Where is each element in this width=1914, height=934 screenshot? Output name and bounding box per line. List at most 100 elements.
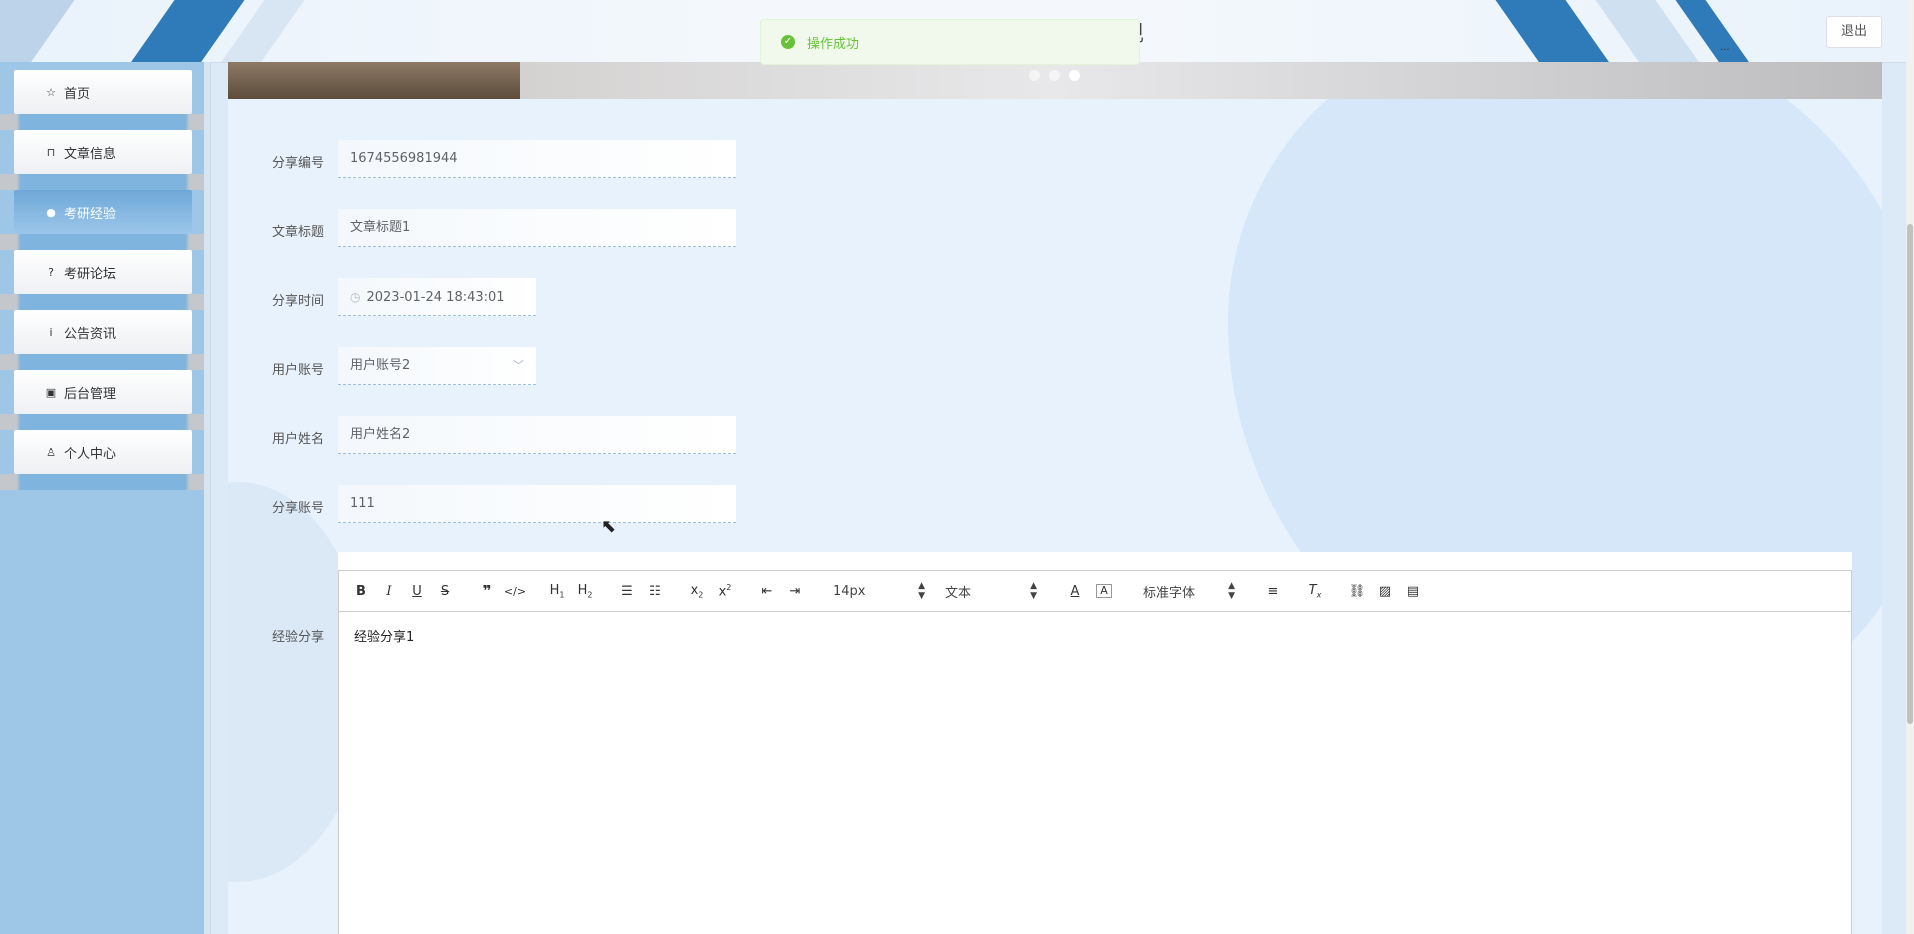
share-no-input[interactable]: 1674556981944: [338, 140, 736, 178]
sidebar-item-forum[interactable]: ? 考研论坛: [14, 250, 192, 294]
info-circle-icon: ●: [46, 205, 56, 219]
info-icon: i: [49, 325, 53, 339]
menu-separator: [0, 414, 206, 430]
sort-caret-icon: ▲ ▼: [1228, 581, 1235, 601]
form-row-share-account: 分享账号 111: [228, 485, 1128, 525]
form-row-user-account: 用户账号 用户账号2 ﹀: [228, 347, 1128, 387]
banner-carousel[interactable]: [228, 62, 1882, 99]
page-scrollbar[interactable]: [1906, 0, 1914, 934]
share-account-label: 分享账号: [272, 501, 325, 516]
carousel-dot[interactable]: [1049, 70, 1060, 81]
share-time-picker[interactable]: ◷ 2023-01-24 18:43:01: [338, 278, 536, 316]
editor-toolbar: B I U S ❞ </> H1 H2 ☰ ☷ x2 x2 ⇤ ⇥ 14px ▲…: [338, 570, 1852, 612]
align-icon[interactable]: ≡: [1259, 584, 1287, 599]
star-icon: ☆: [46, 85, 56, 99]
chevron-down-icon: ﹀: [513, 359, 524, 372]
menu-separator: [0, 174, 206, 190]
user-account-select[interactable]: 用户账号2 ﹀: [338, 347, 536, 385]
menu-separator: [0, 294, 206, 310]
bold-icon[interactable]: B: [347, 584, 375, 599]
heading-value: 文本: [945, 585, 972, 601]
form-row-share-no: 分享编号 1674556981944: [228, 140, 1128, 180]
subscript-icon[interactable]: x2: [683, 583, 711, 600]
user-name-input[interactable]: 用户姓名2: [338, 416, 736, 454]
form-row-share-time: 分享时间 ◷ 2023-01-24 18:43:01: [228, 278, 1128, 318]
sidebar-item-label: 文章信息: [64, 146, 117, 162]
scrollbar-thumb[interactable]: [1907, 224, 1913, 724]
video-icon[interactable]: ▤: [1399, 584, 1427, 599]
font-family-select[interactable]: 标准字体 ▲ ▼: [1143, 581, 1235, 601]
sort-caret-icon: ▲ ▼: [1030, 581, 1037, 601]
sidebar-item-label: 公告资讯: [64, 326, 117, 342]
sidebar-item-label: 后台管理: [64, 386, 117, 402]
sidebar-item-articles[interactable]: ⊓ 文章信息: [14, 130, 192, 174]
share-time-value: 2023-01-24 18:43:01: [366, 290, 505, 305]
strikethrough-icon[interactable]: S: [431, 584, 459, 599]
logout-button[interactable]: 退出: [1826, 16, 1882, 48]
header-username: ...: [1720, 42, 1730, 53]
menu-separator: [0, 114, 206, 130]
experience-editor[interactable]: 经验分享1: [338, 612, 1852, 934]
italic-icon[interactable]: I: [375, 584, 403, 599]
mouse-cursor-icon: ⬉: [601, 516, 617, 537]
carousel-dot-active[interactable]: [1069, 70, 1080, 81]
sidebar-item-profile[interactable]: ♙ 个人中心: [14, 430, 192, 474]
form-row-article-title: 文章标题 文章标题1: [228, 209, 1128, 249]
blockquote-icon[interactable]: ❞: [473, 582, 501, 600]
clock-icon: ◷: [350, 290, 361, 304]
user-name-label: 用户姓名: [272, 432, 325, 447]
user-account-label: 用户账号: [272, 363, 325, 378]
font-family-value: 标准字体: [1143, 585, 1196, 601]
toast-message: 操作成功: [807, 36, 860, 52]
underline-icon[interactable]: U: [403, 584, 431, 599]
article-title-label: 文章标题: [272, 225, 325, 240]
editor-topbar: [338, 552, 1852, 570]
menu-separator: [0, 354, 206, 370]
experience-label: 经验分享: [272, 630, 325, 645]
image-icon[interactable]: ▨: [1371, 584, 1399, 599]
sidebar-item-label: 首页: [64, 86, 91, 102]
check-circle-icon: ✓: [781, 35, 795, 49]
main-content: 分享编号 1674556981944 文章标题 文章标题1 分享时间 ◷ 2023…: [228, 62, 1882, 934]
heading1-icon[interactable]: H1: [543, 583, 571, 600]
superscript-icon[interactable]: x2: [711, 583, 739, 599]
sidebar-item-home[interactable]: ☆ 首页: [14, 70, 192, 114]
menu-separator: [0, 234, 206, 250]
clear-format-icon[interactable]: Tx: [1301, 583, 1329, 600]
question-circle-icon: ?: [48, 265, 54, 279]
article-title-input[interactable]: 文章标题1: [338, 209, 736, 247]
sidebar: ☆ 首页 ⊓ 文章信息 ● 考研经验 ? 考研论坛 i 公告资讯 ▣ 后台管理 …: [0, 62, 211, 934]
background-color-icon[interactable]: A: [1096, 584, 1112, 598]
share-no-label: 分享编号: [272, 156, 325, 171]
ordered-list-icon[interactable]: ☰: [613, 584, 641, 599]
code-block-icon[interactable]: </>: [501, 585, 529, 598]
sidebar-item-label: 考研经验: [64, 206, 117, 222]
heading-select[interactable]: 文本 ▲ ▼: [945, 581, 1037, 601]
sidebar-item-label: 个人中心: [64, 446, 117, 462]
font-size-value: 14px: [833, 583, 866, 599]
indent-icon[interactable]: ⇥: [781, 584, 809, 599]
form-row-user-name: 用户姓名 用户姓名2: [228, 416, 1128, 456]
font-size-select[interactable]: 14px ▲ ▼: [833, 581, 925, 601]
bag-icon: ⊓: [46, 145, 56, 159]
sidebar-item-admin[interactable]: ▣ 后台管理: [14, 370, 192, 414]
user-account-value: 用户账号2: [350, 358, 411, 373]
sidebar-item-notices[interactable]: i 公告资讯: [14, 310, 192, 354]
share-time-label: 分享时间: [272, 294, 325, 309]
briefcase-icon: ▣: [45, 385, 57, 399]
sidebar-item-label: 考研论坛: [64, 266, 117, 282]
menu-separator: [0, 474, 206, 490]
bullet-list-icon[interactable]: ☷: [641, 584, 669, 599]
font-color-icon[interactable]: A: [1061, 584, 1089, 599]
heading2-icon[interactable]: H2: [571, 583, 599, 600]
header-decoration: [0, 0, 89, 62]
carousel-image: [228, 62, 520, 99]
carousel-dot[interactable]: [1029, 70, 1040, 81]
sort-caret-icon: ▲ ▼: [918, 581, 925, 601]
success-toast: ✓ 操作成功: [760, 19, 1140, 65]
outdent-icon[interactable]: ⇤: [753, 584, 781, 599]
share-account-input[interactable]: 111: [338, 485, 736, 523]
sidebar-item-experience[interactable]: ● 考研经验: [14, 190, 192, 234]
user-icon: ♙: [46, 445, 56, 459]
link-icon[interactable]: ⛓: [1343, 584, 1371, 599]
